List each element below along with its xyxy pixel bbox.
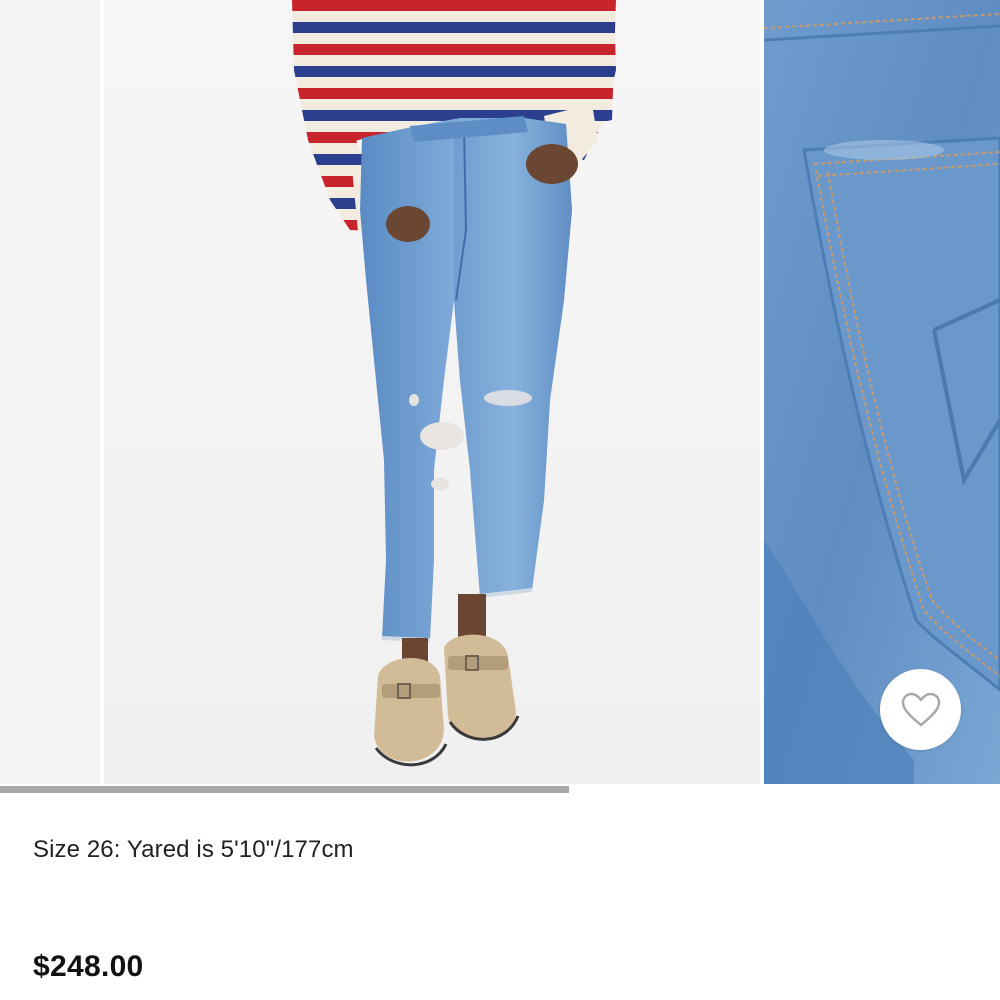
product-price: $248.00 bbox=[33, 950, 144, 983]
wishlist-button[interactable] bbox=[880, 669, 961, 750]
pocket-detail-photo[interactable] bbox=[764, 0, 1000, 784]
product-image-carousel[interactable] bbox=[0, 0, 1000, 784]
carousel-progress-fill bbox=[0, 786, 569, 793]
previous-product-photo[interactable] bbox=[0, 0, 100, 784]
heart-outline-icon bbox=[901, 692, 940, 726]
product-page: Size 26: Yared is 5'10"/177cm $248.00 bbox=[0, 0, 1000, 1000]
carousel-progress-track bbox=[0, 786, 1000, 793]
model-size-note: Size 26: Yared is 5'10"/177cm bbox=[33, 836, 354, 863]
main-product-photo[interactable] bbox=[104, 0, 760, 784]
